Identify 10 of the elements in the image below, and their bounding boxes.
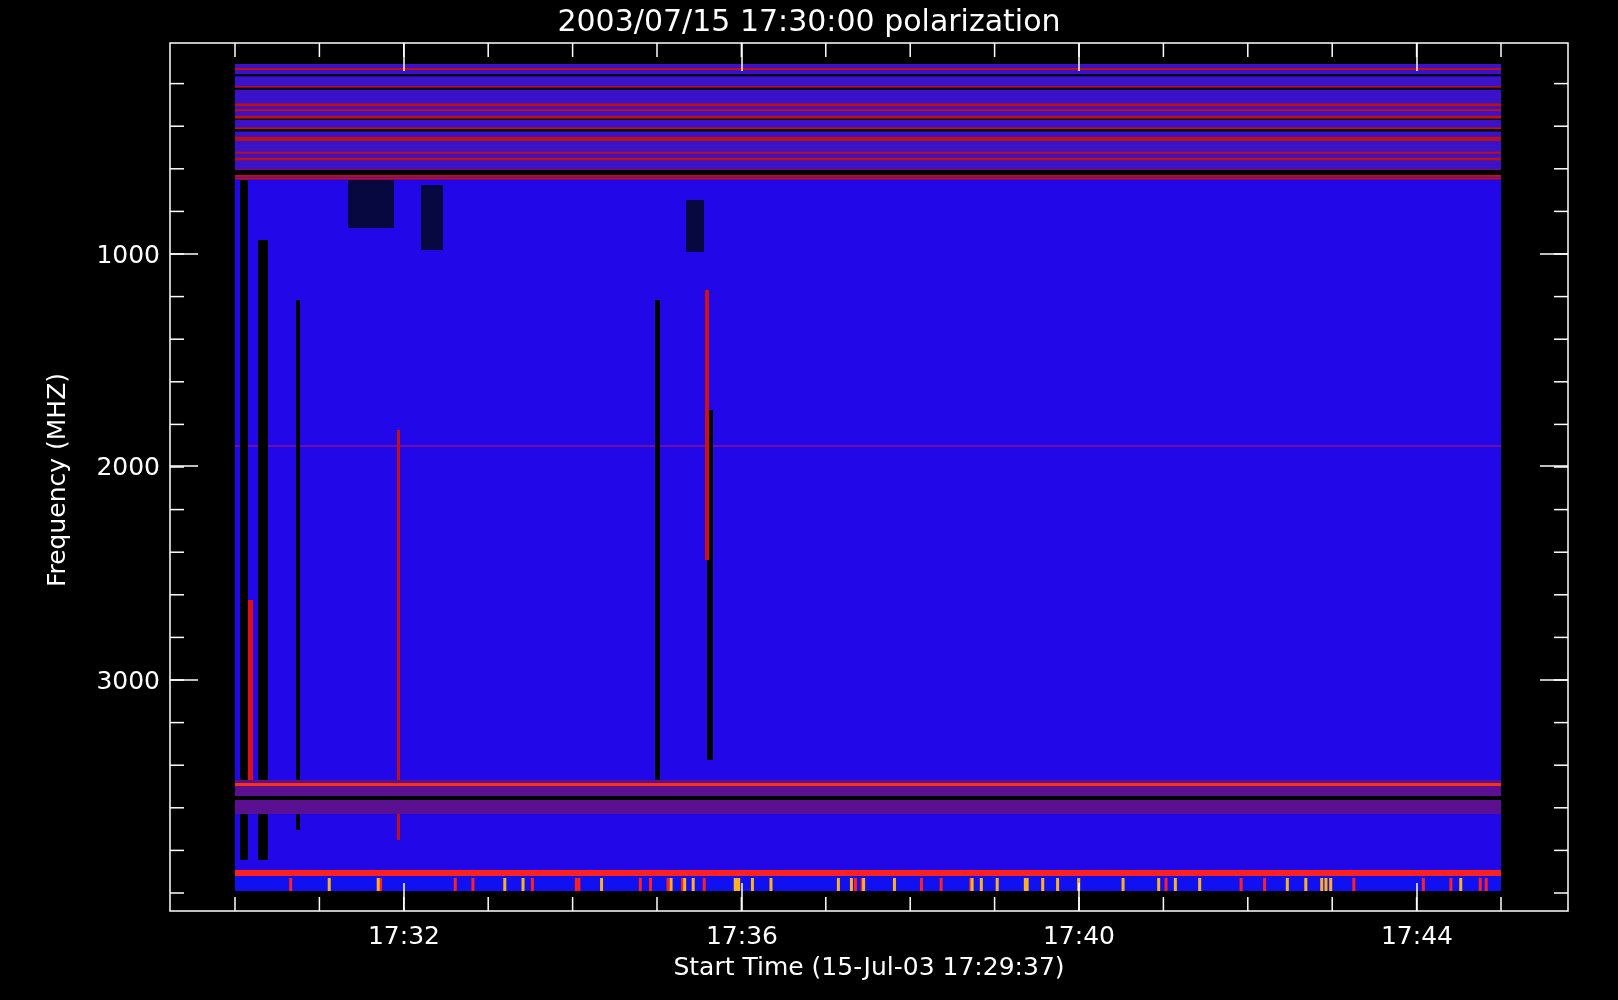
y-tick-label: 3000 <box>96 666 160 695</box>
y-tick-label: 2000 <box>96 452 160 481</box>
chart-title: 2003/07/15 17:30:00 polarization <box>557 3 1061 38</box>
y-tick-label: 1000 <box>96 240 160 269</box>
x-tick-label: 17:36 <box>706 921 778 950</box>
y-axis-label: Frequency (MHZ) <box>42 372 71 588</box>
x-tick-label: 17:32 <box>368 921 440 950</box>
x-tick-label: 17:40 <box>1043 921 1115 950</box>
x-axis-label: Start Time (15-Jul-03 17:29:37) <box>673 952 1065 981</box>
x-tick-label: 17:44 <box>1381 921 1453 950</box>
